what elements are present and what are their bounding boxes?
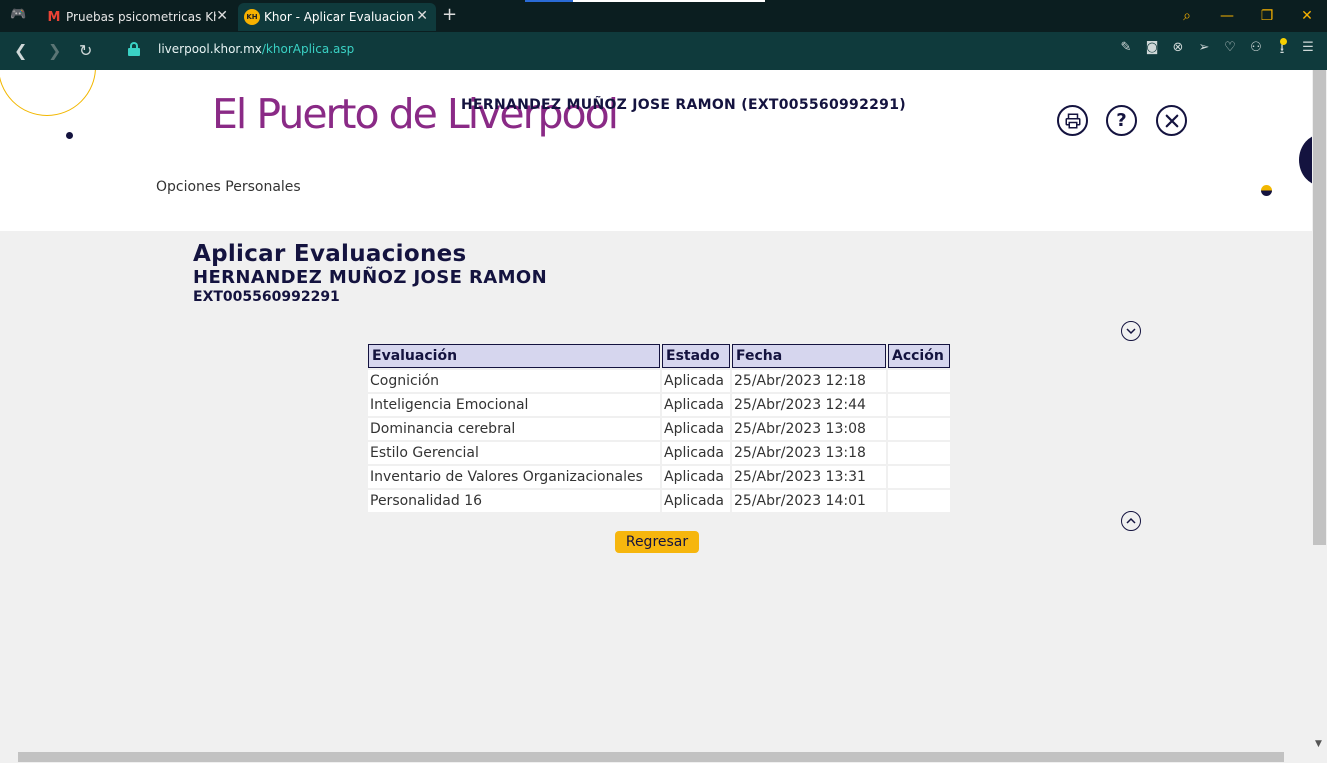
send-icon[interactable]: ➢ xyxy=(1195,40,1213,62)
cell-evaluacion: Personalidad 16 xyxy=(368,490,660,512)
table-row: Inteligencia Emocional Aplicada 25/Abr/2… xyxy=(368,394,950,416)
tab-title: Pruebas psicometricas Khor xyxy=(66,10,216,24)
scroll-up-button[interactable] xyxy=(1121,511,1141,531)
decorative-mini-dot xyxy=(1261,185,1272,196)
cell-accion xyxy=(888,370,950,392)
lock-icon xyxy=(128,42,140,56)
vertical-scrollbar[interactable]: ▼ xyxy=(1312,70,1327,751)
cell-estado: Aplicada xyxy=(662,490,730,512)
new-tab-button[interactable]: + xyxy=(442,4,457,25)
evaluations-table: Evaluación Estado Fecha Acción Cognición… xyxy=(366,342,952,514)
horizontal-scrollbar[interactable] xyxy=(0,751,1312,763)
table-header-row: Evaluación Estado Fecha Acción xyxy=(368,344,950,368)
edit-icon[interactable]: ✎ xyxy=(1117,40,1135,62)
cell-accion xyxy=(888,466,950,488)
print-button[interactable] xyxy=(1057,105,1088,136)
close-tab-icon[interactable]: ✕ xyxy=(216,8,228,24)
scrollbar-thumb[interactable] xyxy=(1313,70,1326,545)
account-icon[interactable]: ⚇ xyxy=(1247,40,1265,62)
close-button[interactable] xyxy=(1156,105,1187,136)
cell-estado: Aplicada xyxy=(662,394,730,416)
cell-estado: Aplicada xyxy=(662,370,730,392)
reload-icon[interactable]: ↻ xyxy=(79,41,92,60)
camera-icon[interactable]: ◙ xyxy=(1143,40,1161,62)
help-icon: ? xyxy=(1116,110,1127,131)
cell-estado: Aplicada xyxy=(662,442,730,464)
person-id: EXT005560992291 xyxy=(193,289,340,305)
cell-fecha: 25/Abr/2023 14:01 xyxy=(732,490,886,512)
url-field[interactable]: liverpool.khor.mx/khorAplica.asp xyxy=(158,42,354,56)
table-row: Inventario de Valores Organizacionales A… xyxy=(368,466,950,488)
table-row: Cognición Aplicada 25/Abr/2023 12:18 xyxy=(368,370,950,392)
table-row: Dominancia cerebral Aplicada 25/Abr/2023… xyxy=(368,418,950,440)
column-header-accion: Acción xyxy=(888,344,950,368)
minimize-icon[interactable]: — xyxy=(1207,8,1247,24)
restore-icon[interactable]: ❐ xyxy=(1247,8,1287,24)
browser-tab-khor[interactable]: KH Khor - Aplicar Evaluaciones ✕ xyxy=(238,3,436,31)
decorative-dot xyxy=(66,132,73,139)
url-host: liverpool.khor.mx xyxy=(158,42,262,56)
main-content: Aplicar Evaluaciones HERNANDEZ MUÑOZ JOS… xyxy=(0,231,1312,751)
tab-title: Khor - Aplicar Evaluaciones xyxy=(264,10,414,24)
user-label: HERNANDEZ MUÑOZ JOSE RAMON (EXT005560992… xyxy=(461,97,906,113)
url-path: /khorAplica.asp xyxy=(261,42,355,56)
download-notification-dot xyxy=(1280,38,1287,45)
column-header-fecha: Fecha xyxy=(732,344,886,368)
cell-evaluacion: Cognición xyxy=(368,370,660,392)
cell-accion xyxy=(888,394,950,416)
cell-accion xyxy=(888,418,950,440)
back-arrow-icon[interactable]: ❮ xyxy=(14,41,27,60)
heart-icon[interactable]: ♡ xyxy=(1221,40,1239,62)
cell-evaluacion: Dominancia cerebral xyxy=(368,418,660,440)
browser-tab-bar: 🎮 M Pruebas psicometricas Khor ✕ KH Khor… xyxy=(0,0,1327,32)
tab-strip-highlight-accent xyxy=(525,0,573,2)
cell-fecha: 25/Abr/2023 13:08 xyxy=(732,418,886,440)
close-window-icon[interactable]: ✕ xyxy=(1287,8,1327,24)
page-title: Aplicar Evaluaciones xyxy=(193,241,467,267)
regresar-button[interactable]: Regresar xyxy=(615,531,699,553)
address-bar: ❮ ❯ ↻ liverpool.khor.mx/khorAplica.asp ✎… xyxy=(0,32,1327,70)
help-button[interactable]: ? xyxy=(1106,105,1137,136)
side-decoration xyxy=(1299,134,1312,186)
close-icon xyxy=(1165,114,1178,127)
person-name: HERNANDEZ MUÑOZ JOSE RAMON xyxy=(193,267,548,288)
cell-accion xyxy=(888,442,950,464)
close-tab-icon[interactable]: ✕ xyxy=(416,8,428,24)
column-header-evaluacion: Evaluación xyxy=(368,344,660,368)
khor-icon: KH xyxy=(244,9,260,25)
gamepad-icon[interactable]: 🎮 xyxy=(10,7,26,22)
cell-fecha: 25/Abr/2023 12:18 xyxy=(732,370,886,392)
forward-arrow-icon[interactable]: ❯ xyxy=(48,41,61,60)
gmail-icon: M xyxy=(47,9,61,25)
cell-evaluacion: Estilo Gerencial xyxy=(368,442,660,464)
scroll-down-button[interactable] xyxy=(1121,321,1141,341)
table-row: Estilo Gerencial Aplicada 25/Abr/2023 13… xyxy=(368,442,950,464)
cell-evaluacion: Inteligencia Emocional xyxy=(368,394,660,416)
window-controls: ⌕ — ❐ ✕ xyxy=(1167,0,1327,32)
column-header-estado: Estado xyxy=(662,344,730,368)
scroll-down-arrow-icon[interactable]: ▼ xyxy=(1315,739,1322,749)
cell-evaluacion: Inventario de Valores Organizacionales xyxy=(368,466,660,488)
printer-icon xyxy=(1065,113,1080,128)
browser-tab-gmail[interactable]: M Pruebas psicometricas Khor ✕ xyxy=(40,3,236,31)
cell-accion xyxy=(888,490,950,512)
cell-estado: Aplicada xyxy=(662,466,730,488)
scrollbar-thumb[interactable] xyxy=(18,752,1284,762)
page: El Puerto de Liverpool HERNANDEZ MUÑOZ J… xyxy=(0,70,1312,751)
chevron-up-icon xyxy=(1126,517,1136,524)
table-row: Personalidad 16 Aplicada 25/Abr/2023 14:… xyxy=(368,490,950,512)
cell-fecha: 25/Abr/2023 12:44 xyxy=(732,394,886,416)
menu-opciones-personales[interactable]: Opciones Personales xyxy=(156,179,301,195)
cell-estado: Aplicada xyxy=(662,418,730,440)
decorative-circle xyxy=(0,70,96,116)
site-header: El Puerto de Liverpool HERNANDEZ MUÑOZ J… xyxy=(0,70,1312,231)
chevron-down-icon xyxy=(1126,328,1136,335)
cell-fecha: 25/Abr/2023 13:18 xyxy=(732,442,886,464)
menu-icon[interactable]: ☰ xyxy=(1299,40,1317,62)
block-icon[interactable]: ⊗ xyxy=(1169,40,1187,62)
cell-fecha: 25/Abr/2023 13:31 xyxy=(732,466,886,488)
address-bar-actions: ✎ ◙ ⊗ ➢ ♡ ⚇ ⭳ ☰ xyxy=(1117,40,1317,62)
search-icon[interactable]: ⌕ xyxy=(1167,8,1207,24)
